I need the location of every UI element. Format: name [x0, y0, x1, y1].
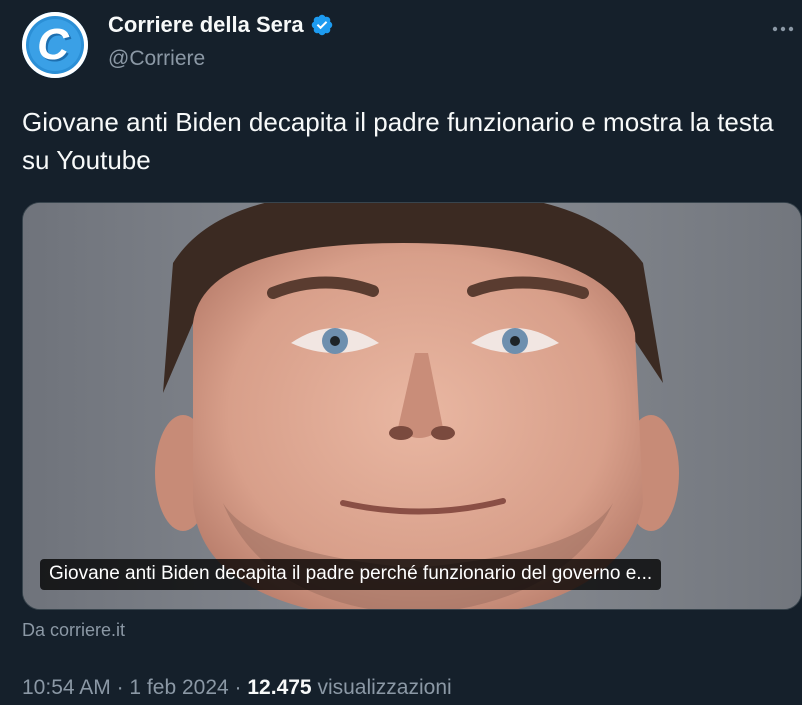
meta-separator: ·: [116, 676, 124, 699]
account-name-row: Corriere della Sera: [108, 12, 334, 38]
card-photo: [23, 203, 801, 609]
views-label: visualizzazioni: [317, 676, 452, 699]
more-dots-icon: [772, 26, 794, 32]
tweet-text: Giovane anti Biden decapita il padre fun…: [22, 107, 774, 175]
meta-separator: ·: [234, 676, 242, 699]
link-card[interactable]: Giovane anti Biden decapita il padre per…: [22, 202, 802, 610]
card-source[interactable]: Da corriere.it: [22, 620, 125, 641]
card-caption: Giovane anti Biden decapita il padre per…: [40, 559, 662, 590]
account-handle[interactable]: @Corriere: [108, 47, 205, 71]
corriere-avatar[interactable]: C: [22, 12, 88, 78]
tweet-meta: 10:54 AM · 1 feb 2024 · 12.475 visualizz…: [22, 676, 452, 700]
tweet-time[interactable]: 10:54 AM: [22, 676, 111, 699]
more-options-button[interactable]: [768, 14, 798, 44]
views-count[interactable]: 12.475: [247, 676, 311, 699]
display-name[interactable]: Corriere della Sera: [108, 12, 304, 38]
avatar-letter: C: [37, 20, 69, 69]
verified-badge-icon: [311, 14, 332, 36]
tweet-date[interactable]: 1 feb 2024: [129, 676, 228, 699]
